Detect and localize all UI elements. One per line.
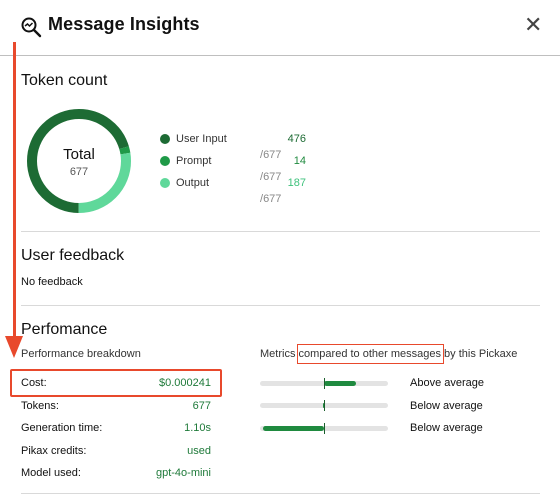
comparison-bar-fill	[262, 426, 324, 431]
donut-center: Total 677	[26, 108, 132, 214]
legend-value: 14	[293, 155, 306, 167]
feedback-text: No feedback	[21, 276, 83, 288]
donut-total-value: 677	[69, 166, 89, 178]
metric-row: Pikax credits: used	[21, 443, 211, 459]
legend-label: Prompt	[176, 155, 212, 167]
comparison-bar	[260, 378, 388, 389]
metric-row: Tokens: 677	[21, 398, 211, 414]
close-icon[interactable]: ✕	[524, 14, 542, 36]
legend-values: 187/677	[260, 175, 320, 205]
legend-values: 14/677	[260, 153, 320, 183]
comparison-label: Above average	[410, 377, 484, 389]
divider	[21, 493, 540, 494]
legend-label: Output	[176, 177, 210, 189]
metric-row-key: Generation time:	[21, 422, 103, 434]
metric-row-key: Pikax credits:	[21, 445, 87, 457]
comparison-label: Below average	[410, 422, 483, 434]
legend-dot	[160, 178, 170, 188]
legend-values: 476/677	[260, 131, 320, 161]
metric-row-value: 1.10s	[184, 422, 211, 434]
modal-title: Message Insights	[48, 14, 200, 34]
average-marker	[324, 378, 325, 389]
legend-total: 677	[263, 193, 282, 205]
metric-row-key: Model used:	[21, 467, 81, 479]
comparison-bar	[260, 423, 388, 434]
average-marker	[324, 423, 325, 434]
annotation-arrow-head	[5, 336, 23, 358]
metric-row-value: 677	[192, 400, 211, 412]
comparison-bar-fill	[324, 381, 356, 386]
token-count-title: Token count	[21, 72, 108, 89]
annotation-arrow-line	[13, 42, 16, 342]
modal-header: Message Insights ✕	[0, 0, 560, 56]
cost-highlight-box	[10, 369, 222, 397]
comparison-bar	[260, 400, 388, 411]
average-marker	[324, 400, 325, 411]
legend-label: User Input	[176, 133, 227, 145]
metric-row-value: gpt-4o-mini	[155, 467, 211, 479]
metric-row-value: used	[187, 445, 211, 457]
legend-value: 187	[287, 177, 306, 189]
comparison-label: Below average	[410, 400, 483, 412]
legend-value: 476	[287, 133, 306, 145]
metric-row: Model used: gpt-4o-mini	[21, 465, 211, 481]
metric-row: Generation time: 1.10s	[21, 420, 211, 436]
divider	[21, 305, 540, 306]
metrics-prefix: Metrics	[260, 348, 296, 360]
metric-row-key: Tokens:	[21, 400, 59, 412]
user-feedback-title: User feedback	[21, 247, 125, 264]
metrics-suffix: by this Pickaxe	[444, 348, 518, 360]
performance-title: Perfomance	[21, 321, 108, 338]
legend-dot	[160, 134, 170, 144]
divider	[21, 231, 540, 232]
insights-search-icon	[21, 17, 42, 38]
legend-dot	[160, 156, 170, 166]
highlight-annotation-box	[297, 344, 444, 364]
donut-total-label: Total	[63, 146, 95, 163]
performance-breakdown-label: Performance breakdown	[21, 348, 141, 360]
